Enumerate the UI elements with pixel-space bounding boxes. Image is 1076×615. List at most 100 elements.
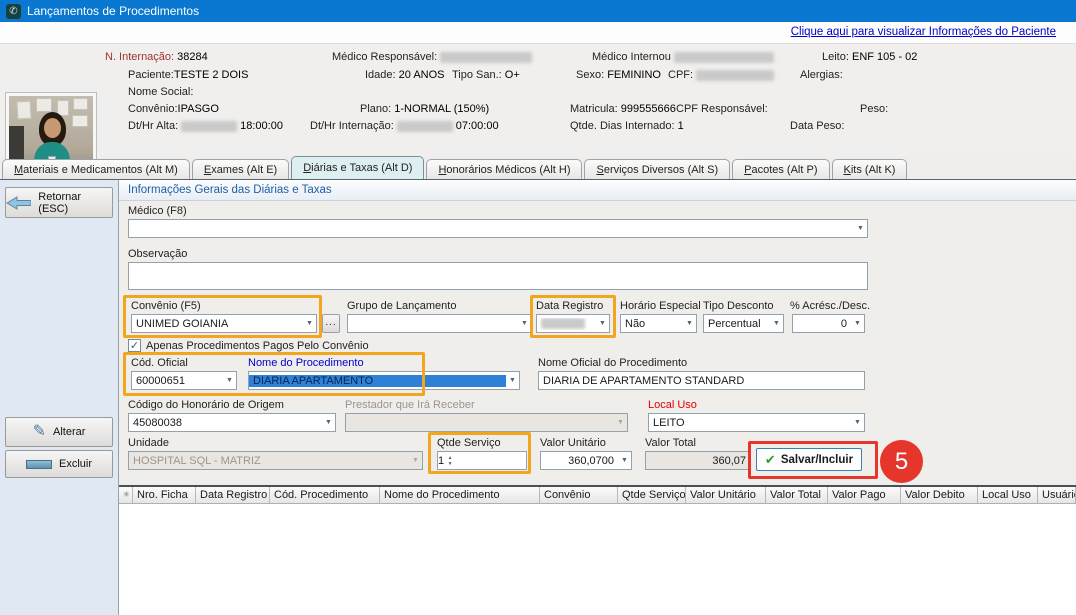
salvar-incluir-button[interactable]: ✔ Salvar/Incluir <box>756 448 862 471</box>
apenas-pagos-label: Apenas Procedimentos Pagos Pelo Convênio <box>146 340 369 352</box>
dropdown-arrow-icon[interactable]: ▼ <box>618 457 631 464</box>
unidade-combobox: HOSPITAL SQL - MATRIZ▼ <box>128 451 423 470</box>
convenio-f5-combobox[interactable]: UNIMED GOIANIA▼ <box>131 314 317 333</box>
tab-exames[interactable]: Exames (Alt E) <box>192 159 289 179</box>
field-leito: Leito: ENF 105 - 02 <box>822 51 917 63</box>
dropdown-arrow-icon[interactable]: ▼ <box>518 320 531 327</box>
dropdown-arrow-icon[interactable]: ▼ <box>851 419 864 426</box>
column-header[interactable]: Valor Unitário <box>686 487 766 503</box>
checkbox-check-icon: ✓ <box>130 340 139 352</box>
horario-especial-label: Horário Especial <box>620 300 701 312</box>
column-header[interactable]: Local Uso <box>978 487 1038 503</box>
dropdown-arrow-icon[interactable]: ▼ <box>770 320 783 327</box>
tab-pacotes[interactable]: Pacotes (Alt P) <box>732 159 829 179</box>
column-header[interactable]: Cód. Procedimento <box>270 487 380 503</box>
nome-oficial-input[interactable]: DIARIA DE APARTAMENTO STANDARD <box>538 371 865 390</box>
nome-procedimento-label: Nome do Procedimento <box>248 357 364 369</box>
column-header[interactable]: Valor Total <box>766 487 828 503</box>
green-check-icon: ✔ <box>765 452 776 468</box>
annotation-step-badge: 5 <box>880 440 923 483</box>
dropdown-arrow-icon[interactable]: ▼ <box>851 320 864 327</box>
tab-materiais-medicamentos[interactable]: Materiais e Medicamentos (Alt M) <box>2 159 190 179</box>
patient-header-panel: N. Internação: 38284 Médico Responsável:… <box>0 44 1076 157</box>
dropdown-arrow-icon[interactable]: ▼ <box>223 377 236 384</box>
field-data-peso: Data Peso: <box>790 120 844 132</box>
observacao-label: Observação <box>128 248 187 260</box>
tab-honorarios-medicos[interactable]: Honorários Médicos (Alt H) <box>426 159 582 179</box>
column-header[interactable]: Nome do Procedimento <box>380 487 540 503</box>
field-cpf-responsavel: CPF Responsável: <box>676 103 768 115</box>
tab-servicos-diversos[interactable]: Serviços Diversos (Alt S) <box>584 159 730 179</box>
prestador-combobox: ▼ <box>345 413 628 432</box>
grupo-lancamento-combobox[interactable]: ▼ <box>347 314 532 333</box>
valor-total-readonly: 360,07 <box>645 451 751 470</box>
horario-especial-combobox[interactable]: Não▼ <box>620 314 697 333</box>
field-medico-internou: Médico Internou <box>592 51 777 63</box>
qtde-servico-label: Qtde Serviço <box>437 437 501 449</box>
pencil-icon: ✎ <box>33 425 46 439</box>
field-alergias: Alergias: <box>800 69 843 81</box>
local-uso-label: Local Uso <box>648 399 697 411</box>
field-dthr-internacao: Dt/Hr Internação:07:00:00 <box>310 120 499 132</box>
data-registro-combobox[interactable]: ▼ <box>536 314 610 333</box>
qtde-servico-stepper[interactable]: 1 ▲▼ <box>437 451 527 470</box>
tab-diarias-taxas[interactable]: Diárias e Taxas (Alt D) <box>291 156 424 179</box>
column-header[interactable]: Valor Pago <box>828 487 901 503</box>
redacted-value <box>541 318 585 329</box>
dropdown-arrow-icon: ▼ <box>614 419 627 426</box>
redacted-value <box>440 52 532 63</box>
column-header[interactable]: Nro. Ficha <box>133 487 196 503</box>
redacted-value <box>674 52 774 63</box>
column-header[interactable]: Usuário <box>1038 487 1076 503</box>
prestador-label: Prestador que Irá Receber <box>345 399 475 411</box>
field-cpf: CPF: <box>668 69 777 81</box>
excluir-button[interactable]: Excluir <box>5 450 113 478</box>
field-convenio: Convênio:IPASGO <box>128 103 219 115</box>
field-matricula: Matricula: 999555666 <box>570 103 676 115</box>
nome-procedimento-combobox[interactable]: DIARIA APARTAMENTO▼ <box>248 371 520 390</box>
observacao-input[interactable] <box>128 262 868 290</box>
dropdown-arrow-icon[interactable]: ▼ <box>303 320 316 327</box>
tipo-desconto-label: Tipo Desconto <box>703 300 774 312</box>
spinner-down-icon[interactable]: ▼ <box>448 461 453 467</box>
column-header[interactable]: Data Registro <box>196 487 270 503</box>
dropdown-arrow-icon[interactable]: ▼ <box>854 225 867 232</box>
tab-kits[interactable]: Kits (Alt K) <box>832 159 908 179</box>
procedure-entry-window: ✆ Lançamentos de Procedimentos Clique aq… <box>0 0 1076 615</box>
medico-combobox[interactable]: ▼ <box>128 219 868 238</box>
valor-unitario-combobox[interactable]: 360,0700▼ <box>540 451 632 470</box>
acresc-desc-label: % Acrésc./Desc. <box>790 300 870 312</box>
valor-total-label: Valor Total <box>645 437 696 449</box>
local-uso-combobox[interactable]: LEITO▼ <box>648 413 865 432</box>
left-action-sidebar <box>0 179 118 615</box>
dropdown-arrow-icon[interactable]: ▼ <box>506 377 519 384</box>
retornar-button[interactable]: Retornar (ESC) <box>5 187 113 218</box>
field-plano: Plano: 1-NORMAL (150%) <box>360 103 489 115</box>
valor-unitario-label: Valor Unitário <box>540 437 606 449</box>
dropdown-arrow-icon[interactable]: ▼ <box>683 320 696 327</box>
acresc-desc-combobox[interactable]: 0▼ <box>792 314 865 333</box>
column-header[interactable]: Valor Debito <box>901 487 978 503</box>
dropdown-arrow-icon[interactable]: ▼ <box>596 320 609 327</box>
convenio-browse-button[interactable]: ... <box>322 314 340 333</box>
nome-oficial-label: Nome Oficial do Procedimento <box>538 357 687 369</box>
grupo-lancamento-label: Grupo de Lançamento <box>347 300 456 312</box>
field-paciente: Paciente:TESTE 2 DOIS <box>128 69 248 81</box>
cod-honorario-combobox[interactable]: 45080038▼ <box>128 413 336 432</box>
tipo-desconto-combobox[interactable]: Percentual▼ <box>703 314 784 333</box>
column-header[interactable]: Convênio <box>540 487 618 503</box>
redacted-value <box>397 121 453 132</box>
dropdown-arrow-icon: ▼ <box>409 457 422 464</box>
apenas-pagos-checkbox[interactable]: ✓ <box>128 339 141 352</box>
app-icon: ✆ <box>6 4 21 19</box>
patient-info-link[interactable]: Clique aqui para visualizar Informações … <box>791 26 1056 38</box>
cod-oficial-combobox[interactable]: 60000651▼ <box>131 371 237 390</box>
redacted-value <box>696 70 774 81</box>
title-bar: ✆ Lançamentos de Procedimentos <box>0 0 1076 22</box>
alterar-button[interactable]: ✎ Alterar <box>5 417 113 447</box>
dropdown-arrow-icon[interactable]: ▼ <box>322 419 335 426</box>
tab-bar: Materiais e Medicamentos (Alt M) Exames … <box>2 156 907 179</box>
column-header[interactable]: Qtde Serviço <box>618 487 686 503</box>
results-grid-body[interactable] <box>119 504 1076 615</box>
field-internacao: N. Internação: 38284 <box>105 51 208 63</box>
